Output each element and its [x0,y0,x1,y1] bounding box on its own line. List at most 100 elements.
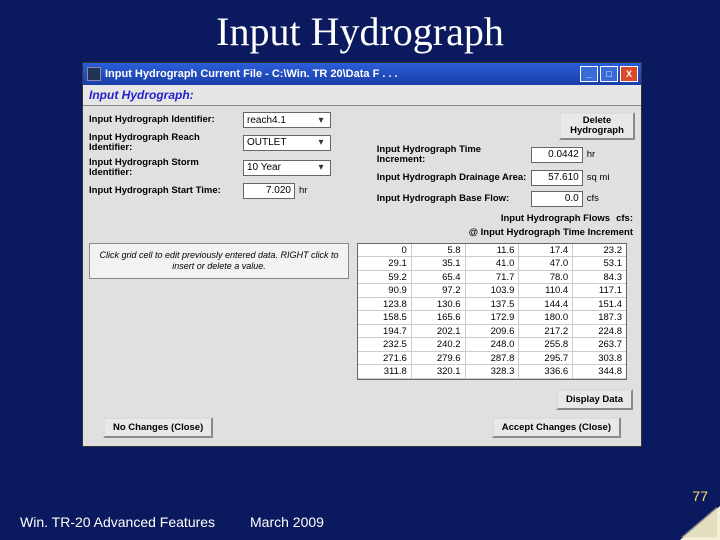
start-units: hr [299,185,327,196]
grid-cell[interactable]: 172.9 [466,311,520,325]
grid-cell[interactable]: 180.0 [519,311,573,325]
identifier-value: reach4.1 [247,115,286,126]
grid-cell[interactable]: 320.1 [412,365,466,379]
flows-header-label: Input Hydrograph Flows [501,213,610,224]
footer-left: Win. TR-20 Advanced Features [20,514,250,530]
table-row: 59.265.471.778.084.3 [358,271,626,285]
increment-units: hr [587,149,615,160]
grid-cell[interactable]: 151.4 [573,298,626,312]
grid-cell[interactable]: 303.8 [573,352,626,366]
minimize-button[interactable]: _ [580,66,598,82]
footer-date: March 2009 [250,514,400,530]
table-row: 232.5240.2248.0255.8263.7 [358,338,626,352]
grid-cell[interactable]: 84.3 [573,271,626,285]
storm-select[interactable]: 10 Year ▾ [243,160,331,176]
grid-cell[interactable]: 263.7 [573,338,626,352]
grid-cell[interactable]: 344.8 [573,365,626,379]
reach-select[interactable]: OUTLET ▾ [243,135,331,151]
table-row: 194.7202.1209.6217.2224.8 [358,325,626,339]
flows-grid[interactable]: 05.811.617.423.229.135.141.047.053.159.2… [357,243,627,380]
grid-cell[interactable]: 194.7 [358,325,412,339]
grid-cell[interactable]: 232.5 [358,338,412,352]
grid-cell[interactable]: 110.4 [519,284,573,298]
grid-cell[interactable]: 130.6 [412,298,466,312]
grid-cell[interactable]: 90.9 [358,284,412,298]
table-row: 05.811.617.423.2 [358,244,626,258]
drainage-input[interactable]: 57.610 [531,170,583,186]
maximize-button[interactable]: □ [600,66,618,82]
form-area: Input Hydrograph Identifier: reach4.1 ▾ … [83,106,641,211]
hydrograph-window: Input Hydrograph Current File - C:\Win. … [82,62,642,447]
display-data-button[interactable]: Display Data [556,389,633,410]
grid-cell[interactable]: 165.6 [412,311,466,325]
grid-cell[interactable]: 217.2 [519,325,573,339]
reach-label: Input Hydrograph Reach Identifier: [89,133,239,153]
grid-cell[interactable]: 53.1 [573,257,626,271]
grid-cell[interactable]: 29.1 [358,257,412,271]
chevron-down-icon: ▾ [315,137,327,148]
grid-cell[interactable]: 0 [358,244,412,258]
grid-cell[interactable]: 202.1 [412,325,466,339]
start-time-label: Input Hydrograph Start Time: [89,186,239,196]
grid-cell[interactable]: 279.6 [412,352,466,366]
grid-cell[interactable]: 11.6 [466,244,520,258]
grid-cell[interactable]: 41.0 [466,257,520,271]
grid-cell[interactable]: 187.3 [573,311,626,325]
table-row: 29.135.141.047.053.1 [358,257,626,271]
no-changes-button[interactable]: No Changes (Close) [103,417,213,438]
accept-changes-button[interactable]: Accept Changes (Close) [492,417,621,438]
grid-cell[interactable]: 255.8 [519,338,573,352]
increment-label: Input Hydrograph Time Increment: [377,145,527,165]
close-button[interactable]: X [620,66,638,82]
identifier-select[interactable]: reach4.1 ▾ [243,112,331,128]
grid-cell[interactable]: 287.8 [466,352,520,366]
identifier-label: Input Hydrograph Identifier: [89,115,239,125]
increment-input[interactable]: 0.0442 [531,147,583,163]
titlebar[interactable]: Input Hydrograph Current File - C:\Win. … [83,63,641,85]
grid-cell[interactable]: 65.4 [412,271,466,285]
grid-hint: Click grid cell to edit previously enter… [89,243,349,279]
grid-cell[interactable]: 209.6 [466,325,520,339]
chevron-down-icon: ▾ [315,115,327,126]
grid-cell[interactable]: 271.6 [358,352,412,366]
delete-hydrograph-button[interactable]: Delete Hydrograph [559,112,635,140]
baseflow-input[interactable]: 0.0 [531,191,583,207]
flows-header-unit: cfs: [616,213,633,224]
grid-cell[interactable]: 158.5 [358,311,412,325]
storm-label: Input Hydrograph Storm Identifier: [89,158,239,178]
start-time-input[interactable]: 7.020 [243,183,295,199]
grid-cell[interactable]: 23.2 [573,244,626,258]
grid-cell[interactable]: 336.6 [519,365,573,379]
baseflow-label: Input Hydrograph Base Flow: [377,194,527,204]
grid-cell[interactable]: 117.1 [573,284,626,298]
grid-cell[interactable]: 97.2 [412,284,466,298]
grid-cell[interactable]: 144.4 [519,298,573,312]
grid-cell[interactable]: 224.8 [573,325,626,339]
slide-title: Input Hydrograph [0,0,720,59]
reach-value: OUTLET [247,137,286,148]
grid-cell[interactable]: 328.3 [466,365,520,379]
chevron-down-icon: ▾ [315,162,327,173]
titlebar-text: Input Hydrograph Current File - C:\Win. … [105,68,580,80]
baseflow-units: cfs [587,193,615,204]
grid-cell[interactable]: 248.0 [466,338,520,352]
grid-cell[interactable]: 47.0 [519,257,573,271]
grid-cell[interactable]: 103.9 [466,284,520,298]
grid-cell[interactable]: 295.7 [519,352,573,366]
grid-cell[interactable]: 78.0 [519,271,573,285]
grid-cell[interactable]: 71.7 [466,271,520,285]
grid-cell[interactable]: 311.8 [358,365,412,379]
grid-cell[interactable]: 59.2 [358,271,412,285]
table-row: 311.8320.1328.3336.6344.8 [358,365,626,379]
table-row: 123.8130.6137.5144.4151.4 [358,298,626,312]
table-row: 158.5165.6172.9180.0187.3 [358,311,626,325]
grid-cell[interactable]: 123.8 [358,298,412,312]
grid-cell[interactable]: 35.1 [412,257,466,271]
grid-cell[interactable]: 137.5 [466,298,520,312]
grid-cell[interactable]: 17.4 [519,244,573,258]
page-number: 77 [692,488,708,504]
slide-footer: Win. TR-20 Advanced Features March 2009 [0,514,720,530]
drainage-units: sq mi [587,172,615,183]
grid-cell[interactable]: 240.2 [412,338,466,352]
grid-cell[interactable]: 5.8 [412,244,466,258]
